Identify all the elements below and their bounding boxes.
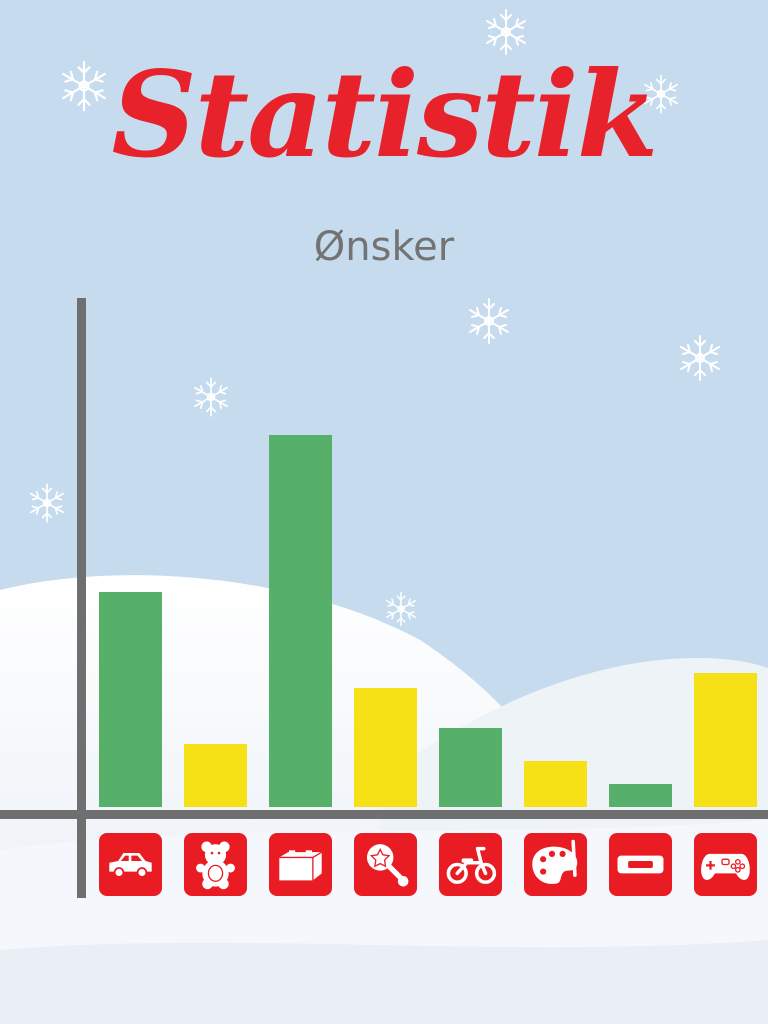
- category-tile-car: [99, 833, 162, 896]
- category-tile-paint-palette: [524, 833, 587, 896]
- bar-teddy-bear: [184, 744, 247, 807]
- category-tile-rattle: [354, 833, 417, 896]
- bar-balance-bike: [439, 728, 502, 807]
- category-tile-game-controller: [694, 833, 757, 896]
- category-tile-teddy-bear: [184, 833, 247, 896]
- category-tile-pencil-case: [609, 833, 672, 896]
- y-axis: [77, 298, 86, 898]
- bar-pencil-case: [609, 784, 672, 807]
- pencil-case-icon: [617, 855, 664, 874]
- category-tile-building-blocks: [269, 833, 332, 896]
- x-axis: [0, 810, 768, 819]
- bar-rattle: [354, 688, 417, 807]
- bar-car: [99, 592, 162, 807]
- bar-paint-palette: [524, 761, 587, 807]
- building-blocks-icon: [278, 849, 323, 882]
- bar-chart: [0, 298, 768, 898]
- bars-group: [99, 435, 757, 807]
- category-tile-balance-bike: [439, 833, 502, 896]
- bar-game-controller: [694, 673, 757, 807]
- category-icons-group: [99, 833, 757, 896]
- bar-building-blocks: [269, 435, 332, 807]
